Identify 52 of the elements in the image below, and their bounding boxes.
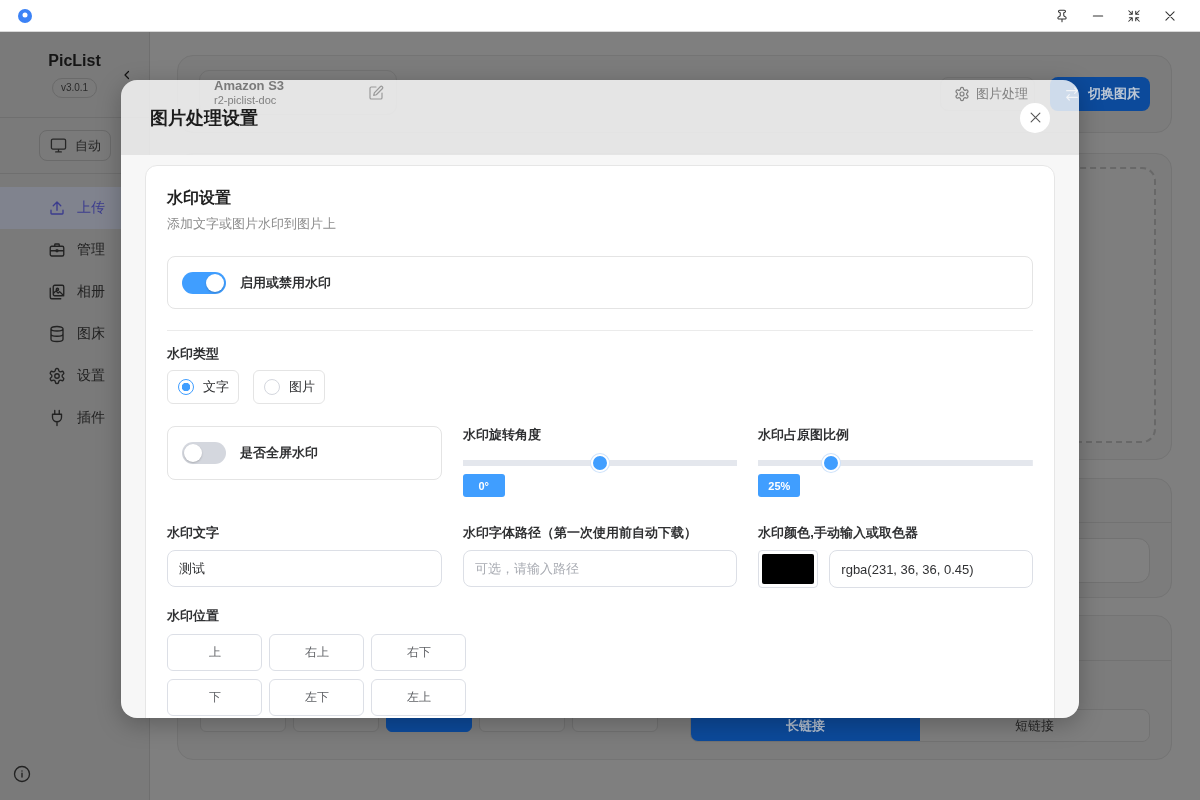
restore-icon[interactable] (1127, 8, 1141, 23)
field-label: 水印类型 (167, 345, 220, 363)
radio-option[interactable]: 文字 (167, 370, 239, 404)
database-icon (48, 325, 66, 343)
input-field[interactable]: 可选，请输入路径 (462, 550, 738, 587)
field-label: 水印文字 (167, 524, 220, 542)
field-label: 水印位置 (167, 607, 220, 625)
upload-icon (48, 199, 66, 217)
monitor-icon (49, 137, 67, 154)
input-field[interactable]: rgba(231, 36, 36, 0.45) (829, 550, 1033, 588)
field-label: 水印旋转角度 (462, 426, 542, 444)
close-icon[interactable] (1163, 8, 1177, 23)
config-name: r2-piclist-doc (214, 94, 278, 107)
slider-thumb[interactable] (822, 454, 841, 472)
app-name: PicList (48, 51, 101, 71)
nav-item[interactable]: 管理 (0, 229, 149, 271)
value-badge: 25% (758, 474, 801, 497)
image-stack-icon (48, 283, 66, 301)
toggle-switch[interactable] (182, 271, 226, 294)
close-button[interactable] (1020, 102, 1050, 133)
value-badge: 0° (462, 474, 505, 497)
nav-item[interactable]: 相册 (0, 271, 149, 313)
field-label: 水印占原图比例 (758, 426, 851, 444)
dialog-title: 图片处理设置 (150, 106, 258, 130)
settings-icon (954, 86, 970, 102)
position-button[interactable]: 右下 (371, 634, 466, 671)
section-description: 添加文字或图片水印到图片上 (167, 216, 337, 233)
input-field[interactable]: 测试 (167, 550, 442, 587)
field-label: 水印颜色,手动输入或取色器 (758, 524, 919, 542)
info-icon[interactable] (13, 765, 31, 783)
briefcase-icon (48, 241, 66, 259)
nav-item[interactable]: 设置 (0, 355, 149, 397)
toggle-label: 启用或禁用水印 (240, 273, 331, 292)
theme-button[interactable]: 自动 (38, 130, 111, 161)
slider-thumb[interactable] (591, 454, 609, 472)
settings-icon (48, 367, 66, 385)
toggle-label: 是否全屏水印 (240, 444, 318, 462)
position-button[interactable]: 下 (167, 679, 262, 716)
position-button[interactable]: 左下 (269, 679, 364, 716)
toggle-switch[interactable] (182, 442, 226, 464)
pin-icon[interactable] (1055, 8, 1069, 23)
app-logo-icon (18, 8, 32, 23)
position-button[interactable]: 上 (167, 634, 262, 671)
radio-option[interactable]: 图片 (253, 370, 325, 404)
position-button[interactable]: 右上 (269, 634, 364, 671)
nav-item[interactable]: 插件 (0, 397, 149, 439)
position-button[interactable]: 左上 (371, 679, 466, 716)
host-name: Amazon S3 (214, 78, 285, 94)
nav-item[interactable]: 图床 (0, 313, 149, 355)
edit-icon[interactable] (368, 84, 384, 101)
section-title: 水印设置 (167, 188, 232, 208)
field-label: 水印字体路径（第一次使用前自动下载） (462, 524, 698, 542)
